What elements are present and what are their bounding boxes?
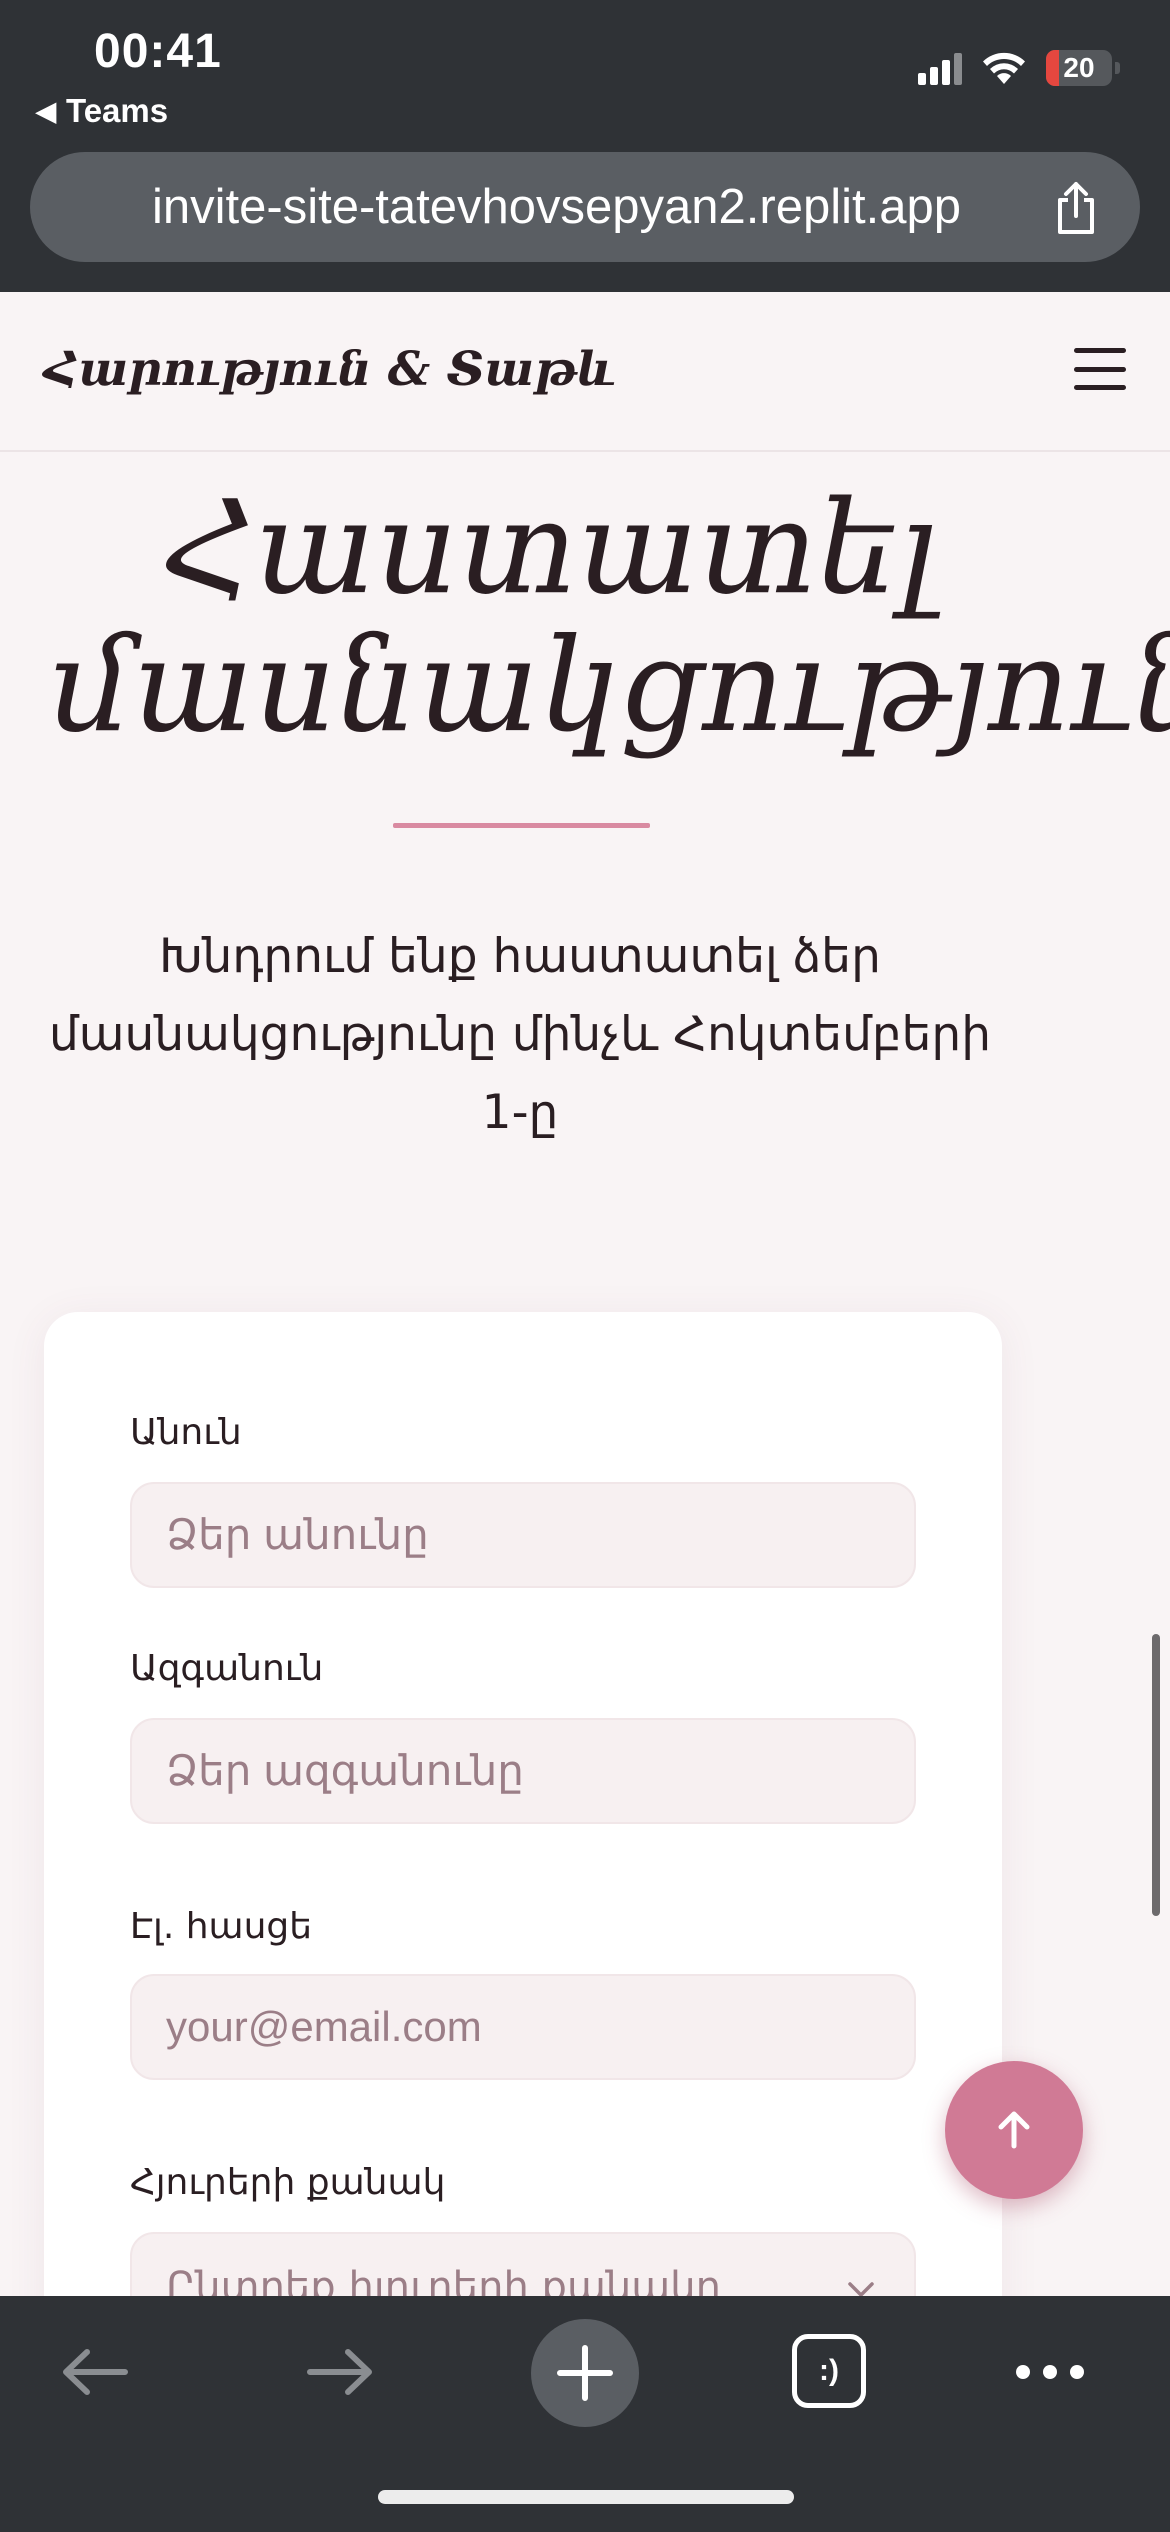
last-name-label: Ազգանուն	[130, 1648, 324, 1689]
tabs-icon[interactable]: :)	[792, 2334, 866, 2408]
title-divider	[393, 823, 650, 828]
page-title-line-1: Հաստատել	[162, 474, 937, 623]
share-icon[interactable]	[1046, 178, 1106, 238]
arrow-up-icon	[998, 2111, 1030, 2149]
browser-chrome: 00:41 ◀ Teams 20 invite-site-tatevhovsep…	[0, 0, 1170, 292]
first-name-label: Անուն	[130, 1412, 242, 1453]
home-indicator[interactable]	[378, 2490, 794, 2504]
screen: 00:41 ◀ Teams 20 invite-site-tatevhovsep…	[0, 0, 1170, 2532]
more-icon	[1016, 2365, 1084, 2379]
back-triangle-icon: ◀	[36, 95, 56, 126]
url-text: invite-site-tatevhovsepyan2.replit.app	[152, 180, 961, 234]
battery-icon: 20	[1046, 50, 1120, 86]
new-tab-plus-icon	[557, 2345, 613, 2401]
email-label: Էլ. հասցե	[130, 1906, 313, 1947]
wifi-icon	[983, 52, 1025, 84]
site-header: Հարություն & Տաթև	[0, 292, 1170, 452]
page-title: Հաստատել մասնակցությունը	[50, 480, 1170, 756]
scrollbar[interactable]	[1152, 1634, 1160, 1916]
cellular-signal-icon	[918, 51, 962, 85]
status-icons: 20	[918, 50, 1120, 86]
last-name-input[interactable]	[130, 1718, 916, 1824]
hamburger-menu-icon[interactable]	[1074, 348, 1126, 390]
back-button[interactable]	[55, 2332, 135, 2412]
back-app-label: Teams	[66, 92, 169, 129]
battery-level: 20	[1063, 52, 1095, 83]
back-arrow-icon	[63, 2349, 128, 2395]
more-button[interactable]	[1010, 2342, 1090, 2402]
forward-arrow-icon	[307, 2349, 372, 2395]
new-tab-button[interactable]	[531, 2319, 639, 2427]
forward-button[interactable]	[300, 2332, 380, 2412]
page-subtitle: Խնդրում ենք հաստատել ձեր մասնակցությունը…	[48, 929, 992, 1140]
address-bar[interactable]: invite-site-tatevhovsepyan2.replit.app	[30, 152, 1140, 262]
first-name-input[interactable]	[130, 1482, 916, 1588]
tabs-label: :)	[819, 2354, 839, 2387]
email-input[interactable]	[130, 1974, 916, 2080]
guests-label: Հյուրերի քանակ	[130, 2162, 446, 2203]
back-to-app-button[interactable]: ◀ Teams	[36, 92, 168, 130]
site-brand[interactable]: Հարություն & Տաթև	[44, 342, 616, 397]
page-title-line-2: մասնակցությունը	[50, 612, 1170, 761]
scroll-to-top-button[interactable]	[945, 2061, 1083, 2199]
status-time: 00:41	[94, 25, 222, 78]
